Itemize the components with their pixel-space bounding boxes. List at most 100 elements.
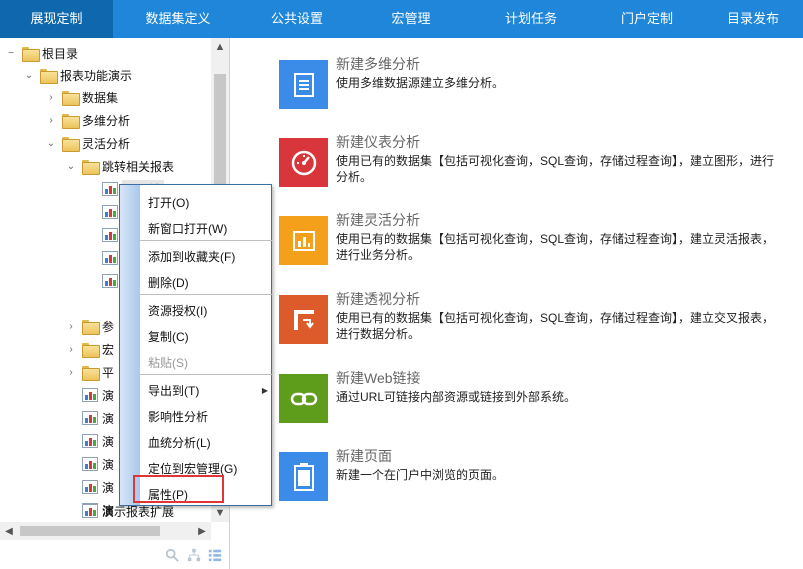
menu-separator <box>140 240 272 241</box>
card-new-olap[interactable]: 新建多维分析 使用多维数据源建立多维分析。 <box>279 54 779 114</box>
tree-node-params[interactable]: › 参 <box>64 315 114 337</box>
tile-new-olap[interactable] <box>279 60 328 109</box>
card-description: 通过URL可链接内部资源或链接到外部系统。 <box>336 390 577 404</box>
page-icon <box>293 462 314 491</box>
tree-node-demo-report[interactable]: 演 <box>82 476 114 498</box>
menu-item-copy[interactable]: 复制(C) <box>140 324 272 350</box>
tree-node-label: 演 <box>102 480 115 495</box>
report-icon <box>82 388 98 402</box>
tree-node-label: 演 <box>102 457 115 472</box>
tree-toolbar <box>0 540 229 569</box>
card-new-dashboard[interactable]: 新建仪表分析 使用已有的数据集【包括可视化查询，SQL查询，存储过程查询】，建立… <box>279 132 779 192</box>
card-new-web-link[interactable]: 新建Web链接 通过URL可链接内部资源或链接到外部系统。 <box>279 368 779 428</box>
card-title[interactable]: 新建仪表分析 <box>336 132 420 152</box>
report-icon <box>102 274 118 288</box>
card-title[interactable]: 新建页面 <box>336 446 392 466</box>
scroll-left-icon[interactable]: ◀ <box>0 522 18 540</box>
menu-item-open-new-window[interactable]: 新窗口打开(W) <box>140 216 272 242</box>
chevron-right-icon[interactable]: › <box>64 342 78 356</box>
menu-item-lineage-analysis[interactable]: 血统分析(L) <box>140 430 272 456</box>
scroll-right-icon[interactable]: ▶ <box>193 522 211 540</box>
tree-node-label: 根目录 <box>42 46 79 61</box>
tree-node-demo-report-extension[interactable]: 演示报表扩展 <box>82 500 174 522</box>
scrollbar-thumb[interactable] <box>20 526 160 536</box>
tab-scheduled-tasks[interactable]: 计划任务 <box>471 0 591 38</box>
chevron-right-icon[interactable]: › <box>44 113 58 127</box>
tile-new-web-link[interactable] <box>279 374 328 423</box>
report-icon <box>82 411 98 425</box>
tile-new-flexible-analysis[interactable] <box>279 216 328 265</box>
link-icon <box>290 392 317 405</box>
chevron-down-icon[interactable]: ⌄ <box>22 68 36 82</box>
tile-new-dashboard[interactable] <box>279 138 328 187</box>
card-new-flexible-analysis[interactable]: 新建灵活分析 使用已有的数据集【包括可视化查询，SQL查询，存储过程查询】，建立… <box>279 210 779 270</box>
menu-item-export-to[interactable]: 导出到(T) ▶ <box>140 378 272 404</box>
tree-node-label: 参 <box>102 319 115 334</box>
folder-icon <box>62 113 80 129</box>
tree-node-report-demo[interactable]: ⌄ 报表功能演示 <box>22 64 132 86</box>
tab-dataset-definition[interactable]: 数据集定义 <box>113 0 243 38</box>
folder-icon <box>62 136 80 152</box>
tree-node-label: 演 <box>102 434 115 449</box>
gauge-icon <box>291 150 316 175</box>
menu-item-resource-authorize[interactable]: 资源授权(I) <box>140 298 272 324</box>
tree-node-label: 数据集 <box>82 90 119 105</box>
menu-separator <box>140 294 272 295</box>
card-new-page[interactable]: 新建页面 新建一个在门户中浏览的页面。 <box>279 446 779 506</box>
report-icon <box>102 251 118 265</box>
folder-icon <box>82 342 100 358</box>
menu-item-impact-analysis[interactable]: 影响性分析 <box>140 404 272 430</box>
chevron-down-icon[interactable]: ⌄ <box>64 159 78 173</box>
top-navigation: 展现定制 数据集定义 公共设置 宏管理 计划任务 门户定制 目录发布 <box>0 0 803 38</box>
tree-node-macro[interactable]: › 宏 <box>64 338 114 360</box>
tree-node-label: 宏 <box>102 342 115 357</box>
tree-node-olap[interactable]: › 多维分析 <box>44 109 130 131</box>
card-title[interactable]: 新建多维分析 <box>336 54 420 74</box>
tab-portal-custom[interactable]: 门户定制 <box>591 0 703 38</box>
chevron-right-icon[interactable]: › <box>64 319 78 333</box>
context-menu: 打开(O) 新窗口打开(W) 添加到收藏夹(F) 删除(D) 资源授权(I) 复… <box>119 184 272 506</box>
menu-item-paste: 粘贴(S) <box>148 356 188 370</box>
chevron-right-icon[interactable]: › <box>44 90 58 104</box>
tab-public-settings[interactable]: 公共设置 <box>243 0 351 38</box>
menu-item-delete[interactable]: 删除(D) <box>140 270 272 296</box>
tree-node-platform[interactable]: › 平 <box>64 361 114 383</box>
tile-new-page[interactable] <box>279 452 328 501</box>
card-title[interactable]: 新建透视分析 <box>336 289 420 309</box>
tree-node-label: 演示报表扩展 <box>102 504 175 519</box>
tree-horizontal-scrollbar[interactable]: ◀ ▶ <box>0 522 211 540</box>
report-icon <box>102 182 118 196</box>
card-description: 使用已有的数据集【包括可视化查询，SQL查询，存储过程查询】，建立交叉报表，进行… <box>336 311 775 341</box>
tree-node-dataset[interactable]: › 数据集 <box>44 86 118 108</box>
tree-node-demo-report[interactable]: 演 <box>82 407 114 429</box>
tree-node-demo-report[interactable]: 演 <box>82 453 114 475</box>
tab-presentation-custom[interactable]: 展现定制 <box>0 0 113 38</box>
list-view-icon[interactable] <box>207 548 223 562</box>
tree-view-icon[interactable] <box>186 548 202 562</box>
card-title[interactable]: 新建Web链接 <box>336 368 421 388</box>
tab-macro-management[interactable]: 宏管理 <box>351 0 471 38</box>
tab-catalog-publish[interactable]: 目录发布 <box>703 0 803 38</box>
tree-node-demo-report[interactable]: 演 <box>82 430 114 452</box>
document-icon <box>293 72 314 97</box>
search-icon[interactable] <box>164 548 180 562</box>
tree-node-flexible-analysis[interactable]: ⌄ 灵活分析 <box>44 132 130 154</box>
menu-item-open[interactable]: 打开(O) <box>140 190 272 216</box>
menu-gutter <box>120 185 140 505</box>
tile-new-pivot-analysis[interactable] <box>279 295 328 344</box>
card-title[interactable]: 新建灵活分析 <box>336 210 420 230</box>
scroll-up-icon[interactable]: ▲ <box>211 38 229 56</box>
folder-icon <box>22 46 40 62</box>
tree-node-label: 跳转相关报表 <box>102 159 175 174</box>
tree-node-demo-report[interactable]: 演 <box>82 384 114 406</box>
chevron-right-icon[interactable]: › <box>64 365 78 379</box>
tree-node-root[interactable]: − 根目录 <box>4 42 78 64</box>
collapse-icon[interactable]: − <box>4 46 18 60</box>
chevron-down-icon[interactable]: ⌄ <box>44 136 58 150</box>
folder-icon <box>82 319 100 335</box>
tree-node-jump-reports[interactable]: ⌄ 跳转相关报表 <box>64 155 174 177</box>
tree-node-label: 演 <box>102 388 115 403</box>
menu-item-add-favorites[interactable]: 添加到收藏夹(F) <box>140 244 272 270</box>
card-new-pivot-analysis[interactable]: 新建透视分析 使用已有的数据集【包括可视化查询，SQL查询，存储过程查询】，建立… <box>279 289 779 349</box>
card-description: 新建一个在门户中浏览的页面。 <box>336 468 505 482</box>
